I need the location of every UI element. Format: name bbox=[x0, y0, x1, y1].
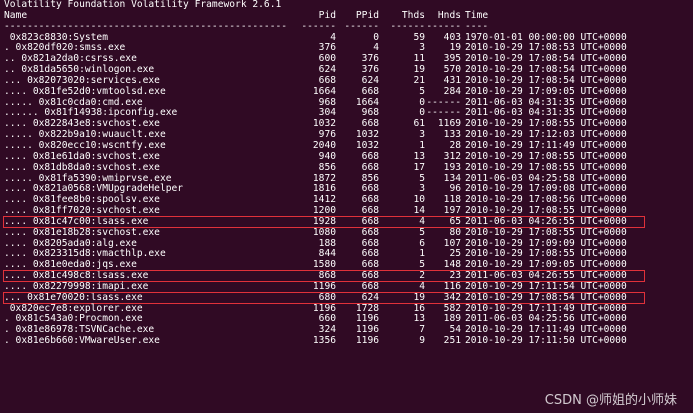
process-thds: 5 bbox=[419, 85, 425, 97]
process-list: 0x823c8830:System 4 0 59 403 1970-01-01 00:00… bbox=[0, 32, 693, 347]
process-name: . 0x81e6b660:VMwareUser.exe bbox=[4, 335, 160, 347]
process-thds: 19 bbox=[413, 291, 425, 303]
process-ppid: 668 bbox=[361, 85, 379, 97]
process-hnds: 342 bbox=[443, 291, 461, 303]
process-time: 2010-10-29 17:11:50 UTC+0000 bbox=[465, 335, 627, 347]
separator-row: ----------------------------------------… bbox=[0, 20, 693, 33]
process-row: .... 0x81fe52d0:vmtoolsd.exe 1664 668 5 284 2… bbox=[0, 85, 693, 98]
separator-thds: ------ bbox=[390, 20, 425, 32]
process-pid: 1356 bbox=[312, 335, 336, 347]
process-ppid: 668 bbox=[361, 226, 379, 238]
process-time: 2010-10-29 17:08:55 UTC+0000 bbox=[465, 226, 627, 238]
process-row: .... 0x81e18b28:svchost.exe 1080 668 5 80 201… bbox=[0, 226, 693, 239]
process-time: 2010-10-29 17:08:55 UTC+0000 bbox=[465, 161, 627, 173]
separator-name: ----------------------------------------… bbox=[4, 20, 288, 32]
process-pid: 856 bbox=[318, 161, 336, 173]
process-time: 2010-10-29 17:09:05 UTC+0000 bbox=[465, 85, 627, 97]
watermark: CSDN @师姐的小师妹 bbox=[544, 393, 677, 409]
process-hnds: 251 bbox=[443, 335, 461, 347]
separator-time: ---- bbox=[465, 20, 489, 32]
process-name: .... 0x81e18b28:svchost.exe bbox=[4, 226, 160, 238]
process-hnds: 80 bbox=[449, 226, 461, 238]
separator-hnds: ------ bbox=[426, 20, 461, 32]
banner-text: Volatility Foundation Volatility Framewo… bbox=[4, 0, 282, 10]
process-ppid: 624 bbox=[361, 291, 379, 303]
process-thds: 9 bbox=[419, 335, 425, 347]
process-name: .... 0x81db8da0:svchost.exe bbox=[4, 161, 160, 173]
process-row: .... 0x81db8da0:svchost.exe 856 668 17 193 20… bbox=[0, 161, 693, 174]
process-row: . 0x81e6b660:VMwareUser.exe 1356 1196 9 251 2… bbox=[0, 335, 693, 347]
process-pid: 1080 bbox=[312, 226, 336, 238]
process-pid: 680 bbox=[318, 291, 336, 303]
banner-line: Volatility Foundation Volatility Framewo… bbox=[0, 0, 693, 11]
process-time: 2010-10-29 17:08:54 UTC+0000 bbox=[465, 291, 627, 303]
process-row: ... 0x81e70020:lsass.exe 680 624 19 342 2010-… bbox=[0, 291, 693, 304]
process-name: .... 0x81fe52d0:vmtoolsd.exe bbox=[4, 85, 166, 97]
process-ppid: 668 bbox=[361, 161, 379, 173]
separator-ppid: ------ bbox=[344, 20, 379, 32]
process-ppid: 1196 bbox=[355, 335, 379, 347]
process-hnds: 193 bbox=[443, 161, 461, 173]
process-thds: 5 bbox=[419, 226, 425, 238]
terminal-window[interactable]: Volatility Foundation Volatility Framewo… bbox=[0, 0, 693, 413]
process-thds: 17 bbox=[413, 161, 425, 173]
process-name: ... 0x81e70020:lsass.exe bbox=[4, 291, 143, 303]
process-pid: 1664 bbox=[312, 85, 336, 97]
separator-pid: ------ bbox=[301, 20, 336, 32]
process-hnds: 284 bbox=[443, 85, 461, 97]
